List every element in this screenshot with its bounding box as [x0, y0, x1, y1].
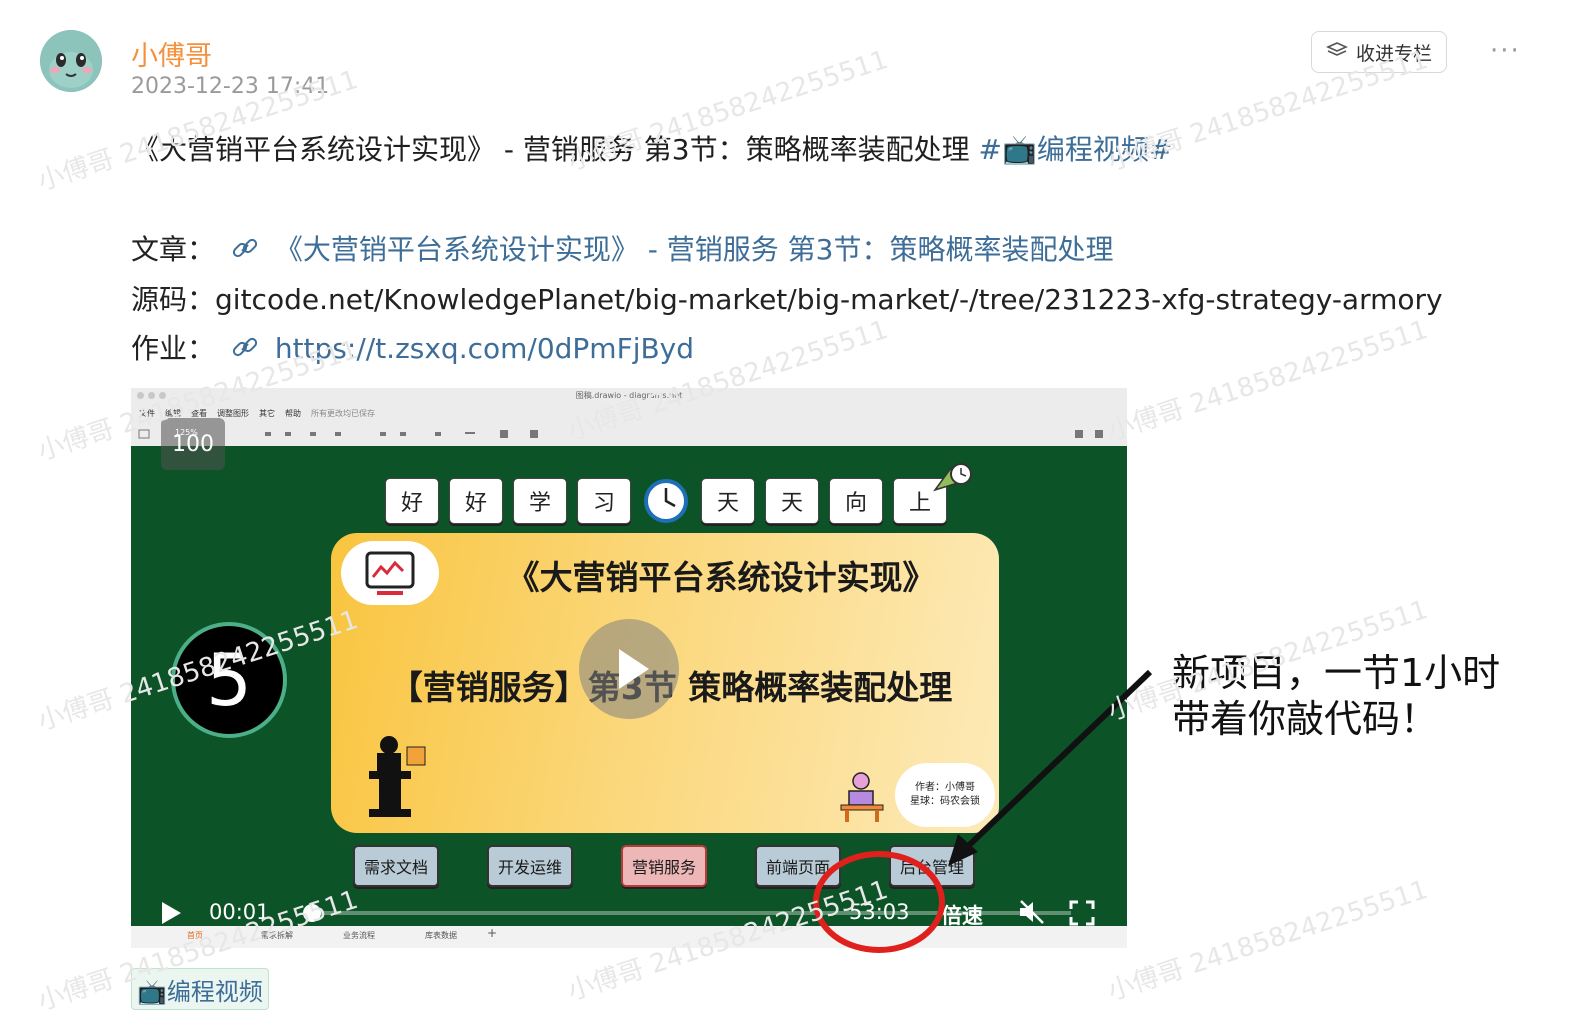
annotation-arrow [959, 669, 1153, 855]
highlight-circle [813, 851, 945, 953]
annotation-overlay [813, 669, 1153, 953]
annotation-text: 新项目，一节1小时 带着你敲代码！ [1172, 650, 1500, 742]
annotation-line2: 带着你敲代码！ [1172, 697, 1439, 741]
annotation-line1: 新项目，一节1小时 [1172, 651, 1501, 695]
